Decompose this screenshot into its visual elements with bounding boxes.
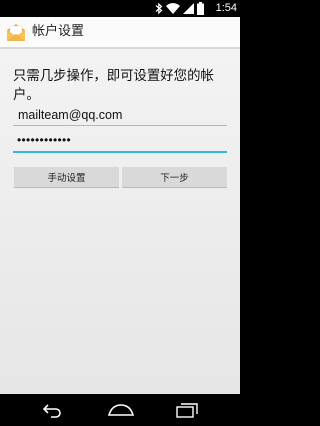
wifi-icon xyxy=(166,3,180,15)
status-time: 1:54 xyxy=(215,2,237,14)
page-title: 帐户设置 xyxy=(32,24,85,39)
password-value: •••••••••••• xyxy=(17,133,72,147)
signal-icon xyxy=(183,3,194,14)
recents-icon[interactable] xyxy=(176,402,198,418)
next-button[interactable]: 下一步 xyxy=(122,167,227,188)
action-bar: 帐户设置 xyxy=(0,17,240,49)
password-field[interactable]: •••••••••••• xyxy=(13,131,227,153)
home-icon[interactable] xyxy=(108,402,134,418)
instructions-text: 只需几步操作，即可设置好您的帐户。 xyxy=(13,69,214,103)
account-setup-form: 只需几步操作，即可设置好您的帐户。 •••••••••••• 手动设置 下一步 xyxy=(0,49,240,394)
back-icon[interactable] xyxy=(42,402,64,418)
manual-setup-button[interactable]: 手动设置 xyxy=(14,167,119,188)
battery-icon xyxy=(197,2,204,15)
email-field[interactable] xyxy=(13,104,227,126)
email-app-icon[interactable] xyxy=(6,22,26,43)
navigation-bar xyxy=(0,394,240,426)
bluetooth-icon xyxy=(155,2,163,15)
status-icons xyxy=(152,2,204,15)
status-bar: 1:54 xyxy=(0,0,240,17)
